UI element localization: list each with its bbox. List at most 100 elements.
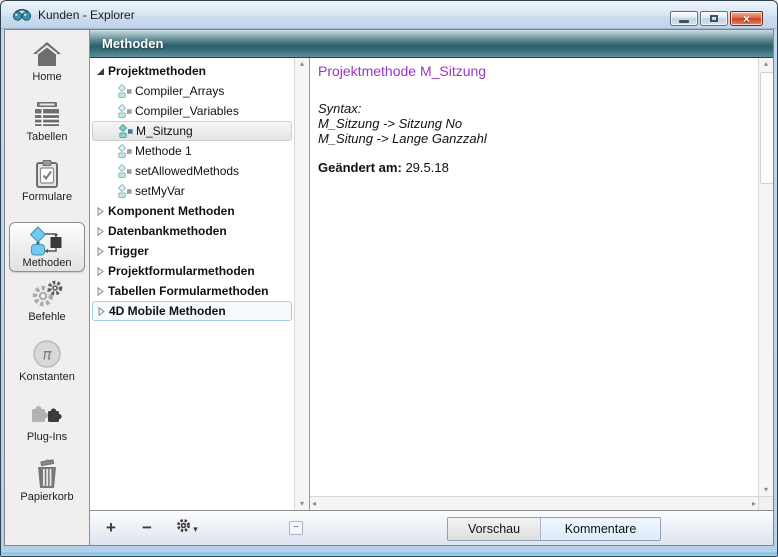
scroll-down-icon[interactable]: ▾: [764, 484, 768, 496]
titlebar[interactable]: Kunden - Explorer ×: [1, 1, 777, 29]
tree-group-label: Projektmethoden: [108, 64, 206, 78]
tree-group-projektmethoden[interactable]: Projektmethoden: [92, 61, 292, 81]
options-menu-button[interactable]: ▾: [170, 516, 204, 540]
home-icon: [32, 38, 62, 70]
chevron-right-icon: [93, 307, 109, 316]
forms-icon: [35, 158, 59, 190]
tree-item-setallowedmethods[interactable]: setAllowedMethods: [92, 161, 292, 181]
syntax-line: M_Sitzung -> Sitzung No: [318, 116, 750, 131]
method-icon: [118, 104, 135, 118]
sidebar-item-label: Tabellen: [27, 131, 68, 143]
method-icon: [118, 164, 135, 178]
sidebar-item-home[interactable]: Home: [7, 38, 87, 98]
sidebar-item-label: Methoden: [23, 257, 72, 269]
chevron-right-icon: [92, 207, 108, 216]
close-button[interactable]: ×: [730, 11, 763, 26]
tree-group-label: Projektformularmethoden: [108, 264, 255, 278]
tree-item-label: setMyVar: [135, 184, 185, 198]
scrollbar-thumb[interactable]: [760, 72, 773, 184]
tree-item-compiler-variables[interactable]: Compiler_Variables: [92, 101, 292, 121]
scroll-left-icon[interactable]: ◂: [312, 498, 316, 510]
method-icon: [118, 144, 135, 158]
tree-group-datenbankmethoden[interactable]: Datenbankmethoden: [92, 221, 292, 241]
remove-method-button[interactable]: −: [134, 516, 160, 540]
sidebar-item-label: Plug-Ins: [27, 431, 67, 443]
tree-group-komponent-methoden[interactable]: Komponent Methoden: [92, 201, 292, 221]
sidebar-item-formulare[interactable]: Formulare: [7, 158, 87, 218]
minimize-button[interactable]: [670, 11, 698, 26]
tree-group-projektformularmethoden[interactable]: Projektformularmethoden: [92, 261, 292, 281]
chevron-right-icon: [92, 227, 108, 236]
restore-icon: [710, 15, 718, 22]
tree-group-label: 4D Mobile Methoden: [109, 304, 226, 318]
tab-kommentare[interactable]: Kommentare: [541, 518, 660, 540]
minus-icon: −: [142, 518, 152, 538]
tree-item-m-sitzung-selected[interactable]: M_Sitzung: [92, 121, 292, 141]
detail-panel: Projektmethode M_Sitzung Syntax: M_Sitzu…: [309, 58, 773, 510]
tree-group-label: Komponent Methoden: [108, 204, 235, 218]
sidebar-item-methoden[interactable]: Methoden: [9, 222, 85, 272]
caret-down-icon: ▾: [193, 524, 198, 535]
caption-buttons: ×: [670, 11, 763, 26]
tables-icon: [33, 98, 61, 130]
sidebar-item-label: Konstanten: [19, 371, 75, 383]
tree-item-methode-1[interactable]: Methode 1: [92, 141, 292, 161]
sidebar-item-papierkorb[interactable]: Papierkorb: [7, 458, 87, 518]
modified-line: Geändert am: 29.5.18: [318, 160, 750, 175]
restore-button[interactable]: [700, 11, 728, 26]
detail-title: Projektmethode M_Sitzung: [318, 63, 750, 79]
tree-item-compiler-arrays[interactable]: Compiler_Arrays: [92, 81, 292, 101]
chevron-right-icon: [92, 287, 108, 296]
bottom-toolbar: + − ▾ −: [90, 511, 773, 545]
tree-group-tabellen-formularmethoden[interactable]: Tabellen Formularmethoden: [92, 281, 292, 301]
tab-vorschau[interactable]: Vorschau: [448, 518, 541, 540]
sidebar-item-label: Formulare: [22, 191, 72, 203]
binoculars-icon: [13, 9, 31, 21]
chevron-right-icon: [92, 267, 108, 276]
tree-item-label: setAllowedMethods: [135, 164, 239, 178]
tree-group-4d-mobile-methoden[interactable]: 4D Mobile Methoden: [92, 301, 292, 321]
scroll-down-icon[interactable]: ▾: [300, 498, 304, 510]
tree-item-setmyvar[interactable]: setMyVar: [92, 181, 292, 201]
scroll-up-icon[interactable]: ▴: [764, 58, 768, 70]
sidebar-item-plugins[interactable]: Plug-Ins: [7, 398, 87, 458]
chevron-expanded-icon: [92, 67, 108, 76]
trash-icon: [34, 458, 60, 490]
method-icon: [119, 124, 136, 138]
detail-horizontal-scrollbar[interactable]: ◂ ▸: [310, 496, 758, 510]
scrollbar-corner: [758, 496, 773, 510]
tree-group-label: Trigger: [108, 244, 149, 258]
sidebar-item-konstanten[interactable]: π Konstanten: [7, 338, 87, 398]
sidebar-item-label: Befehle: [28, 311, 65, 323]
sidebar-item-label: Home: [32, 71, 61, 83]
tree-group-trigger[interactable]: Trigger: [92, 241, 292, 261]
methods-icon: [30, 226, 64, 256]
window-frame: Home Tabellen: [1, 29, 777, 556]
close-icon: ×: [743, 13, 750, 25]
add-method-button[interactable]: +: [98, 516, 124, 540]
modified-label: Geändert am:: [318, 160, 402, 175]
tree-scrollbar[interactable]: ▴ ▾: [294, 58, 309, 510]
sidebar-item-befehle[interactable]: Befehle: [7, 278, 87, 338]
method-icon: [118, 84, 135, 98]
collapse-icon: −: [293, 522, 299, 533]
gear-icon: [176, 518, 191, 538]
scroll-up-icon[interactable]: ▴: [300, 58, 304, 70]
methods-tree: Projektmethoden Compiler_Arrays: [90, 58, 309, 510]
minimize-icon: [679, 20, 689, 23]
sidebar-item-tabellen[interactable]: Tabellen: [7, 98, 87, 158]
tree-item-label: Compiler_Arrays: [135, 84, 224, 98]
commands-icon: [31, 278, 63, 310]
tab-label: Vorschau: [468, 522, 520, 536]
syntax-line: M_Situng -> Lange Ganzzahl: [318, 131, 750, 146]
detail-vertical-scrollbar[interactable]: ▴ ▾: [758, 58, 773, 496]
modified-value: 29.5.18: [405, 160, 448, 175]
method-icon: [118, 184, 135, 198]
scroll-right-icon[interactable]: ▸: [752, 498, 756, 510]
pi-icon: π: [32, 338, 62, 370]
tree-group-label: Datenbankmethoden: [108, 224, 227, 238]
svg-text:π: π: [42, 346, 52, 364]
panel-header: Methoden: [90, 30, 773, 58]
tab-label: Kommentare: [565, 522, 637, 536]
collapse-panel-button[interactable]: −: [289, 521, 303, 535]
